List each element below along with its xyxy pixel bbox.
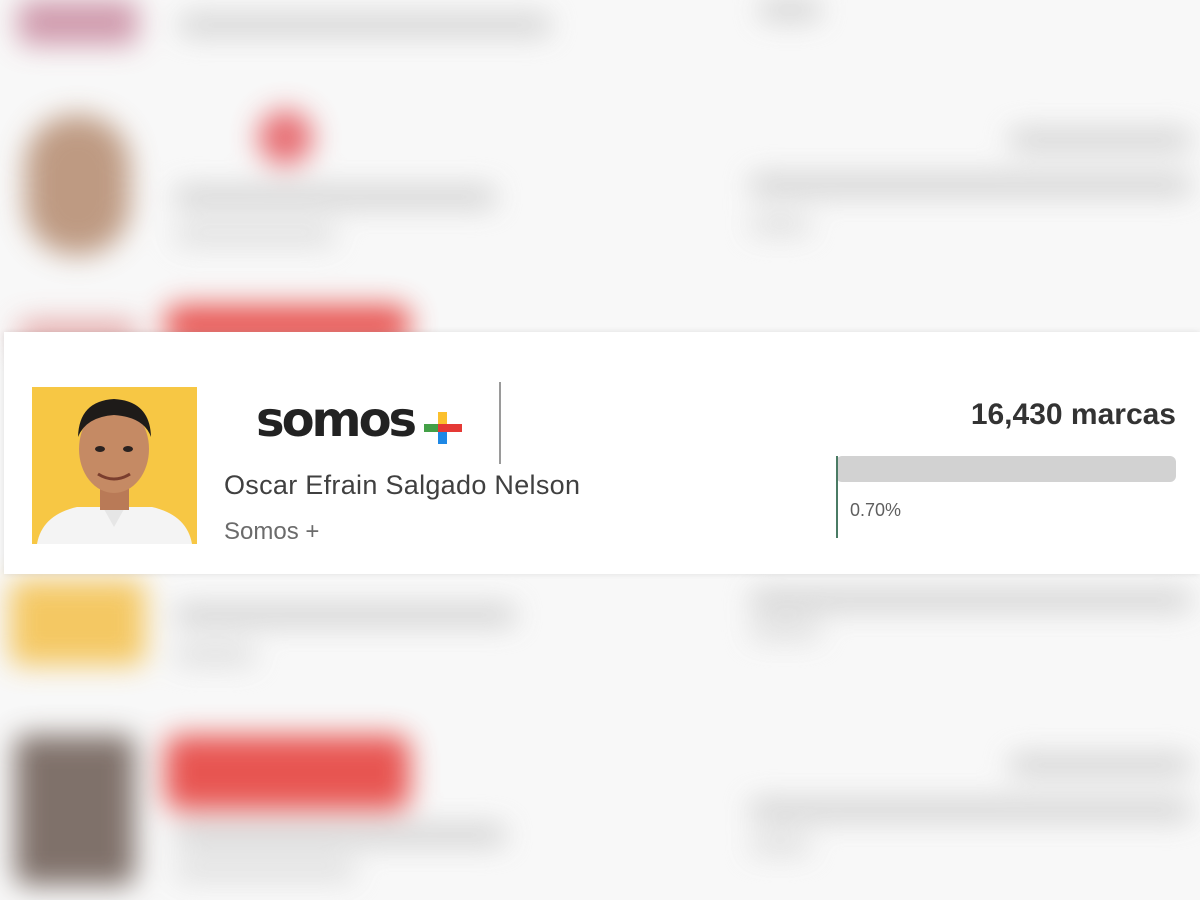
vote-progress-bar — [836, 456, 1176, 482]
party-name: Somos + — [224, 518, 320, 545]
party-logo-text: somos — [256, 392, 417, 448]
candidate-result-card[interactable]: somos Oscar Efrain Salgado Nelson Somos … — [4, 332, 1200, 574]
blurred-row — [0, 715, 1200, 900]
blurred-row — [0, 95, 1200, 265]
blurred-row — [0, 0, 1200, 80]
candidate-portrait-icon — [32, 387, 197, 544]
party-logo: somos — [224, 382, 501, 464]
candidate-photo — [32, 387, 197, 544]
blurred-row — [0, 570, 1200, 680]
vote-percentage: 0.70% — [850, 500, 902, 520]
plus-icon — [424, 412, 462, 444]
vote-count: 16,430 marcas — [970, 398, 1176, 431]
results-page: somos Oscar Efrain Salgado Nelson Somos … — [0, 0, 1200, 900]
progress-marker — [836, 456, 838, 538]
candidate-name: Oscar Efrain Salgado Nelson — [224, 470, 581, 500]
